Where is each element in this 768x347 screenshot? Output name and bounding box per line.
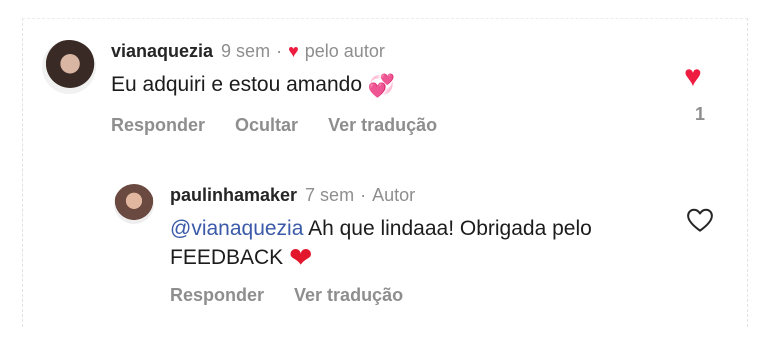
hide-button[interactable]: Ocultar [235, 115, 298, 136]
comment-thread [22, 18, 748, 327]
translate-button[interactable]: Ver tradução [328, 115, 437, 136]
reply-username[interactable]: paulinhamaker [170, 185, 297, 206]
heart-filled-icon: ♥ [288, 41, 299, 61]
avatar[interactable] [42, 40, 96, 94]
two-hearts-emoji: 💞 [367, 73, 396, 98]
reply-button[interactable]: Responder [111, 115, 205, 136]
separator: · [276, 41, 283, 61]
red-heart-emoji: ❤ [289, 242, 313, 273]
reply-time: 7 sem [305, 185, 355, 205]
like-count[interactable]: 1 [690, 104, 710, 125]
separator: · [360, 185, 367, 205]
author-badge: Autor [372, 185, 416, 205]
comment-username[interactable]: vianaquezia [111, 41, 213, 62]
comment-meta: vianaquezia 9 sem · ♥ pelo autor [111, 41, 385, 62]
heart-filled-icon[interactable]: ♥ [684, 60, 702, 94]
reply-actions: Responder Ver tradução [170, 285, 403, 306]
comment-text: Eu adquiri e estou amando 💞 [111, 70, 395, 100]
liked-by-author-label: pelo autor [304, 41, 385, 61]
reply-button[interactable]: Responder [170, 285, 264, 306]
translate-button[interactable]: Ver tradução [294, 285, 403, 306]
comment-actions: Responder Ocultar Ver tradução [111, 115, 437, 136]
reply-text: @vianaquezia Ah que lindaaa! Obrigada pe… [170, 214, 630, 272]
avatar[interactable] [114, 184, 154, 224]
reply-meta: paulinhamaker 7 sem · Autor [170, 185, 415, 206]
comment-time: 9 sem [221, 41, 271, 61]
heart-outline-icon[interactable] [685, 205, 715, 235]
comment-text-content: Eu adquiri e estou amando [111, 73, 363, 96]
mention-link[interactable]: @vianaquezia [170, 217, 303, 240]
